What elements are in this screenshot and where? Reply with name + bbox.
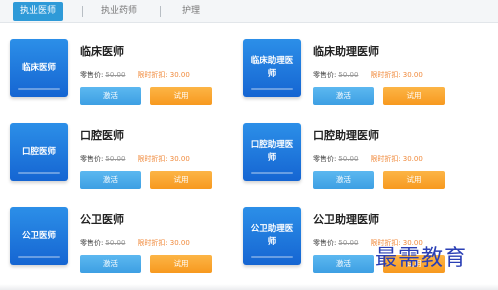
- discount-label: 限时折扣:: [370, 71, 401, 79]
- price-row: 零售价: 50.00 限时折扣: 30.00: [80, 70, 190, 80]
- discount-price: 30.00: [169, 155, 190, 163]
- tab-divider: [82, 6, 83, 17]
- tab-licensed-physician[interactable]: 执业医师: [13, 2, 63, 21]
- course-cover-label: 临床医师: [21, 62, 56, 73]
- course-cover[interactable]: 口腔助理医师: [243, 123, 301, 181]
- discount-label: 限时折扣:: [137, 239, 168, 247]
- course-cover-label: 临床助理医师: [250, 56, 294, 79]
- discount-label: 限时折扣:: [370, 155, 401, 163]
- course-card: 临床医师 临床医师 零售价: 50.00 限时折扣: 30.00 激活 试用: [0, 39, 240, 115]
- retail-price: 50.00: [338, 239, 359, 247]
- course-title: 公卫医师: [80, 213, 124, 226]
- price-row: 零售价: 50.00 限时折扣: 30.00: [313, 70, 423, 80]
- retail-price-label: 零售价:: [80, 155, 104, 163]
- price-row: 零售价: 50.00 限时折扣: 30.00: [80, 154, 190, 164]
- course-title: 口腔助理医师: [313, 129, 379, 142]
- retail-price: 50.00: [338, 71, 359, 79]
- retail-price-label: 零售价:: [80, 71, 104, 79]
- trial-button[interactable]: 试用: [150, 255, 212, 273]
- price-row: 零售价: 50.00 限时折扣: 30.00: [80, 238, 190, 248]
- activate-button[interactable]: 激活: [80, 87, 141, 105]
- discount-price: 30.00: [402, 155, 423, 163]
- course-title: 临床医师: [80, 45, 124, 58]
- course-cover[interactable]: 临床医师: [10, 39, 68, 97]
- course-card: 口腔医师 口腔医师 零售价: 50.00 限时折扣: 30.00 激活 试用: [0, 123, 240, 199]
- course-cover[interactable]: 口腔医师: [10, 123, 68, 181]
- tab-divider: [160, 6, 161, 17]
- trial-button[interactable]: 试用: [383, 171, 445, 189]
- retail-price-label: 零售价:: [313, 71, 337, 79]
- discount-price: 30.00: [169, 239, 190, 247]
- course-cover[interactable]: 公卫助理医师: [243, 207, 301, 265]
- activate-button[interactable]: 激活: [313, 87, 374, 105]
- retail-price-label: 零售价:: [313, 239, 337, 247]
- retail-price: 50.00: [105, 239, 126, 247]
- watermark-logo: 最需教育: [375, 246, 468, 271]
- retail-price: 50.00: [105, 71, 126, 79]
- tab-bar: 执业医师 执业药师 护理: [0, 0, 498, 23]
- course-cover-label: 公卫助理医师: [250, 224, 294, 247]
- course-card: 口腔助理医师 口腔助理医师 零售价: 50.00 限时折扣: 30.00 激活 试用: [233, 123, 473, 199]
- retail-price-label: 零售价:: [80, 239, 104, 247]
- bottom-edge: [0, 284, 498, 290]
- course-cover[interactable]: 公卫医师: [10, 207, 68, 265]
- activate-button[interactable]: 激活: [313, 255, 374, 273]
- retail-price: 50.00: [338, 155, 359, 163]
- activate-button[interactable]: 激活: [313, 171, 374, 189]
- discount-label: 限时折扣:: [137, 71, 168, 79]
- activate-button[interactable]: 激活: [80, 255, 141, 273]
- course-cover[interactable]: 临床助理医师: [243, 39, 301, 97]
- trial-button[interactable]: 试用: [150, 171, 212, 189]
- tab-nursing[interactable]: 护理: [176, 2, 206, 21]
- discount-label: 限时折扣:: [137, 155, 168, 163]
- course-cover-label: 口腔医师: [21, 146, 56, 157]
- course-cover-label: 口腔助理医师: [250, 140, 294, 163]
- course-cover-label: 公卫医师: [21, 230, 56, 241]
- course-card: 临床助理医师 临床助理医师 零售价: 50.00 限时折扣: 30.00 激活 试用: [233, 39, 473, 115]
- course-card: 公卫医师 公卫医师 零售价: 50.00 限时折扣: 30.00 激活 试用: [0, 207, 240, 283]
- retail-price-label: 零售价:: [313, 155, 337, 163]
- trial-button[interactable]: 试用: [383, 87, 445, 105]
- course-title: 临床助理医师: [313, 45, 379, 58]
- retail-price: 50.00: [105, 155, 126, 163]
- activate-button[interactable]: 激活: [80, 171, 141, 189]
- trial-button[interactable]: 试用: [150, 87, 212, 105]
- course-title: 公卫助理医师: [313, 213, 379, 226]
- discount-price: 30.00: [169, 71, 190, 79]
- course-title: 口腔医师: [80, 129, 124, 142]
- price-row: 零售价: 50.00 限时折扣: 30.00: [313, 154, 423, 164]
- discount-price: 30.00: [402, 71, 423, 79]
- tab-licensed-pharmacist[interactable]: 执业药师: [94, 2, 144, 21]
